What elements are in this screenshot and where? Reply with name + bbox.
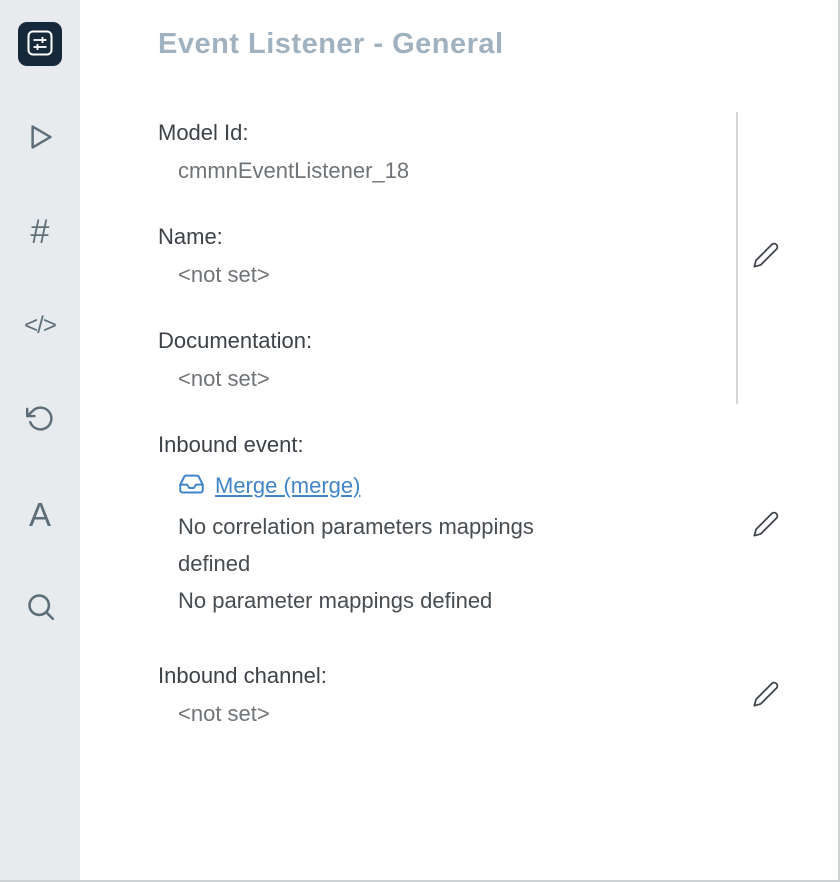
modeler-properties-window: # </> A Event L [0,0,840,882]
play-icon [24,121,56,156]
edit-inbound-event-button[interactable] [748,506,784,545]
field-inbound-event: Inbound event: Merge (merge) No correlat… [158,432,798,619]
tab-hash[interactable]: # [18,210,62,254]
edit-name-button[interactable] [748,237,784,276]
tab-play[interactable] [18,116,62,160]
inbound-event-link[interactable]: Merge (merge) [215,473,360,499]
name-label: Name: [158,224,734,250]
pencil-icon [752,241,780,272]
tab-code[interactable]: </> [18,304,62,348]
hash-icon: # [31,215,50,249]
parameter-mappings-text: No parameter mappings defined [158,582,588,619]
undo-icon [26,404,55,436]
model-id-label: Model Id: [158,120,798,146]
correlation-mappings-text: No correlation parameters mappings defin… [158,508,588,582]
model-id-value: cmmnEventListener_18 [158,158,798,184]
field-documentation: Documentation: <not set> [158,328,798,392]
field-model-id: Model Id: cmmnEventListener_18 [158,120,798,184]
field-list: Model Id: cmmnEventListener_18 Name: <no… [158,120,798,727]
panel-scrollbar[interactable] [736,112,738,404]
inbound-event-label: Inbound event: [158,432,734,458]
properties-panel: Event Listener - General Model Id: cmmnE… [80,0,838,880]
search-icon [25,591,56,625]
tool-sidebar: # </> A [0,0,80,880]
sliders-icon [27,30,53,59]
field-inbound-channel: Inbound channel: <not set> [158,663,798,727]
pencil-icon [752,680,780,711]
text-icon: A [29,498,51,531]
tab-text[interactable]: A [18,492,62,536]
name-value: <not set> [158,262,734,288]
documentation-value: <not set> [158,366,798,392]
code-icon: </> [24,314,56,338]
inbound-channel-label: Inbound channel: [158,663,734,689]
tab-search[interactable] [18,586,62,630]
tab-properties[interactable] [18,22,62,66]
field-name: Name: <not set> [158,224,798,288]
panel-title: Event Listener - General [158,26,798,62]
pencil-icon [752,510,780,541]
inbound-channel-value: <not set> [158,701,734,727]
edit-inbound-channel-button[interactable] [748,676,784,715]
tab-undo[interactable] [18,398,62,442]
inbox-event-icon [178,470,205,502]
documentation-label: Documentation: [158,328,798,354]
